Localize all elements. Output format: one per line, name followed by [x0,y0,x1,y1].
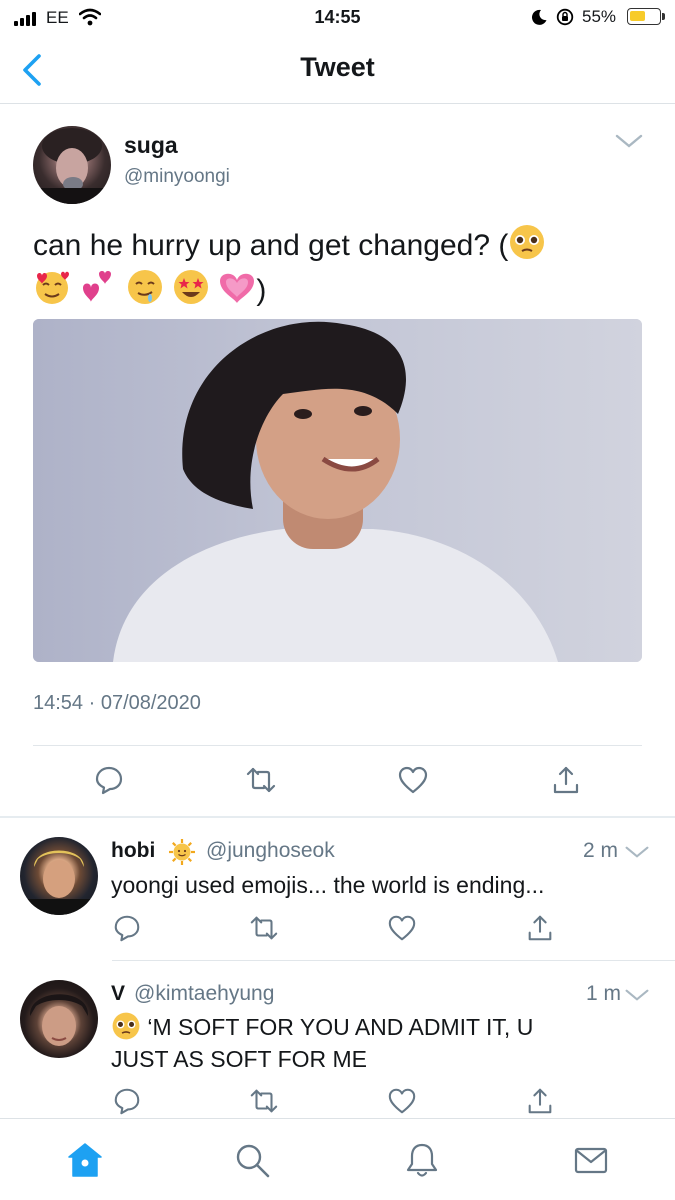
page-title: Tweet [300,52,375,82]
notifications-icon[interactable] [403,1141,441,1179]
reply-avatar[interactable] [20,980,98,1058]
reply-text-line1: ‘M SOFT FOR YOU AND ADMIT IT, U [141,1014,534,1040]
drooling-face-icon [127,270,162,304]
two-hearts-icon [83,271,112,302]
chevron-down-icon[interactable] [624,843,650,861]
reply-age: 1 m [586,982,622,1005]
battery-tip [662,13,665,20]
like-icon[interactable] [397,764,429,796]
tweet-text: can he hurry up and get changed? ( ) [33,223,633,313]
chevron-down-icon[interactable] [624,986,650,1004]
like-icon[interactable] [387,913,417,943]
like-icon[interactable] [387,1086,417,1116]
section-divider [0,816,675,818]
retweet-icon[interactable] [249,913,279,943]
sun-with-face-icon [169,839,195,865]
divider [112,960,675,961]
battery-percent: 55% [582,7,617,26]
reply-author-name[interactable]: V [111,982,125,1006]
growing-heart-icon [220,273,255,303]
pleading-face-icon [510,225,545,259]
tweet-photo[interactable] [33,319,642,662]
rotation-lock-icon [556,8,574,26]
reply-author-name[interactable]: hobi [111,839,155,863]
share-icon[interactable] [550,764,582,796]
tweet-text-line1: can he hurry up and get changed? ( [33,229,509,262]
author-avatar[interactable] [33,126,111,204]
divider [33,745,642,746]
reply-avatar[interactable] [20,837,98,915]
star-struck-icon [174,270,209,304]
author-handle[interactable]: @minyoongi [124,166,230,188]
chevron-down-icon[interactable] [614,131,644,151]
reply-text-line2: JUST AS SOFT FOR ME [111,1046,368,1072]
status-bar: EE 14:55 55% [0,0,675,36]
share-icon[interactable] [525,1086,555,1116]
retweet-icon[interactable] [245,764,277,796]
moon-icon [531,9,547,25]
reply-author-handle[interactable]: @kimtaehyung [134,982,274,1006]
reply-text: yoongi used emojis... the world is endin… [111,872,545,898]
reply-author-handle[interactable]: @junghoseok [206,839,335,863]
navigation-bar: Tweet [0,36,675,104]
reply-age: 2 m [583,839,619,862]
share-icon[interactable] [525,913,555,943]
smiling-face-with-hearts-icon [36,271,69,304]
tweet-timestamp: 14:54 · 07/08/2020 [33,692,201,714]
reply-icon[interactable] [112,913,142,943]
author-name[interactable]: suga [124,132,178,159]
reply-icon[interactable] [112,1086,142,1116]
reply-text: ‘M SOFT FOR YOU AND ADMIT IT, U JUST AS … [111,1011,651,1075]
home-icon[interactable] [66,1141,104,1179]
tab-bar [0,1118,675,1200]
search-icon[interactable] [233,1141,271,1179]
messages-icon[interactable] [572,1141,610,1179]
battery-icon [627,8,661,25]
pleading-face-icon [112,1012,140,1040]
tweet-text-close: ) [256,274,267,307]
reply-icon[interactable] [93,764,125,796]
retweet-icon[interactable] [249,1086,279,1116]
